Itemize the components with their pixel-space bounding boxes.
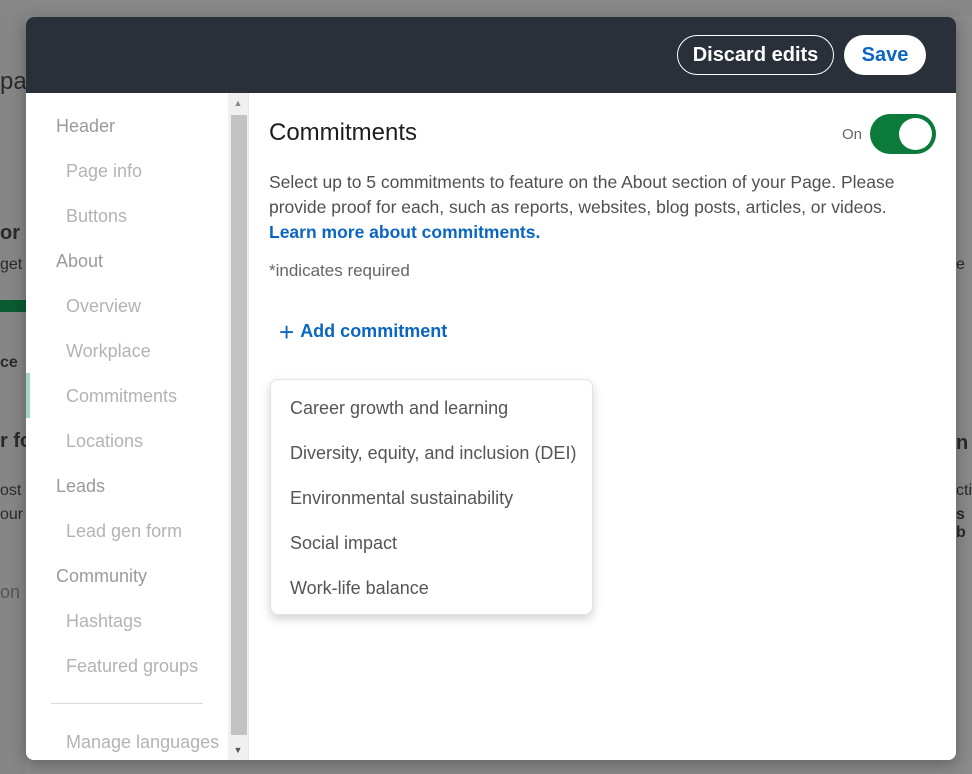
background-right-column	[956, 16, 972, 774]
sidebar-item-page-info[interactable]: Page info	[66, 161, 142, 182]
dropdown-option[interactable]: Work-life balance	[290, 578, 429, 599]
scroll-thumb[interactable]	[231, 115, 247, 735]
dropdown-option[interactable]: Social impact	[290, 533, 397, 554]
learn-more-link[interactable]: Learn more about commitments.	[269, 222, 540, 242]
section-title: Commitments	[269, 119, 418, 146]
background-text-fragment: n	[956, 432, 969, 454]
background-text-fragment: get	[0, 256, 23, 273]
modal-header: Discard edits Save	[26, 17, 956, 93]
sidebar-item-manage-languages[interactable]: Manage languages	[66, 732, 219, 753]
active-indicator	[26, 373, 30, 418]
required-star: *	[269, 261, 276, 280]
commitments-section: Commitments On Select up to 5 commitment…	[248, 93, 956, 760]
sidebar-divider	[51, 703, 203, 704]
background-text-fragment: e	[956, 256, 965, 273]
background-text-fragment: ctic	[956, 482, 972, 499]
add-commitment-button[interactable]: + Add commitment	[279, 316, 448, 347]
background-text-fragment: ost	[0, 482, 22, 499]
sidebar-item-leads[interactable]: Leads	[56, 476, 105, 497]
sidebar-scrollbar[interactable]: ▲ ▼	[228, 93, 248, 760]
discard-edits-button[interactable]: Discard edits	[677, 35, 834, 75]
toggle-state-label: On	[842, 126, 863, 143]
save-button[interactable]: Save	[844, 35, 926, 75]
sidebar-nav: Header Page info Buttons About Overview …	[26, 93, 248, 760]
sidebar-item-featured-groups[interactable]: Featured groups	[66, 656, 198, 677]
toggle-knob	[899, 118, 932, 150]
sidebar-item-header[interactable]: Header	[56, 116, 115, 137]
sidebar-item-community[interactable]: Community	[56, 566, 147, 587]
sidebar-item-workplace[interactable]: Workplace	[66, 341, 151, 362]
background-progress-bar	[0, 300, 26, 312]
background-text-fragment: ce	[0, 354, 18, 371]
sidebar-item-buttons[interactable]: Buttons	[66, 206, 127, 227]
commitment-options-dropdown: Career growth and learning Diversity, eq…	[270, 379, 593, 615]
sidebar-item-about[interactable]: About	[56, 251, 103, 272]
sidebar-item-commitments[interactable]: Commitments	[66, 386, 177, 407]
plus-icon: +	[279, 316, 295, 347]
scroll-up-arrow-icon[interactable]: ▲	[228, 93, 248, 113]
dropdown-option[interactable]: Environmental sustainability	[290, 488, 513, 509]
required-note: *indicates required	[269, 261, 410, 281]
background-text-fragment: pa	[0, 68, 27, 95]
dropdown-option[interactable]: Diversity, equity, and inclusion (DEI)	[290, 443, 576, 464]
sidebar-item-locations[interactable]: Locations	[66, 431, 143, 452]
sidebar-item-hashtags[interactable]: Hashtags	[66, 611, 142, 632]
commitments-toggle[interactable]	[870, 114, 936, 154]
background-text-fragment: on	[0, 582, 21, 602]
required-text: indicates required	[275, 261, 410, 280]
description-text: Select up to 5 commitments to feature on…	[269, 172, 895, 217]
scroll-down-arrow-icon[interactable]: ▼	[228, 740, 248, 760]
background-top-nav	[0, 0, 972, 16]
dropdown-option[interactable]: Career growth and learning	[290, 398, 508, 419]
sidebar-item-lead-gen-form[interactable]: Lead gen form	[66, 521, 182, 542]
section-description: Select up to 5 commitments to feature on…	[269, 170, 939, 245]
background-text-fragment: s b	[956, 506, 966, 541]
sidebar-item-overview[interactable]: Overview	[66, 296, 141, 317]
background-left-column	[0, 16, 26, 774]
background-text-fragment: our	[0, 506, 24, 523]
add-commitment-label: Add commitment	[300, 321, 448, 341]
edit-page-modal: Discard edits Save Header Page info Butt…	[26, 17, 956, 760]
